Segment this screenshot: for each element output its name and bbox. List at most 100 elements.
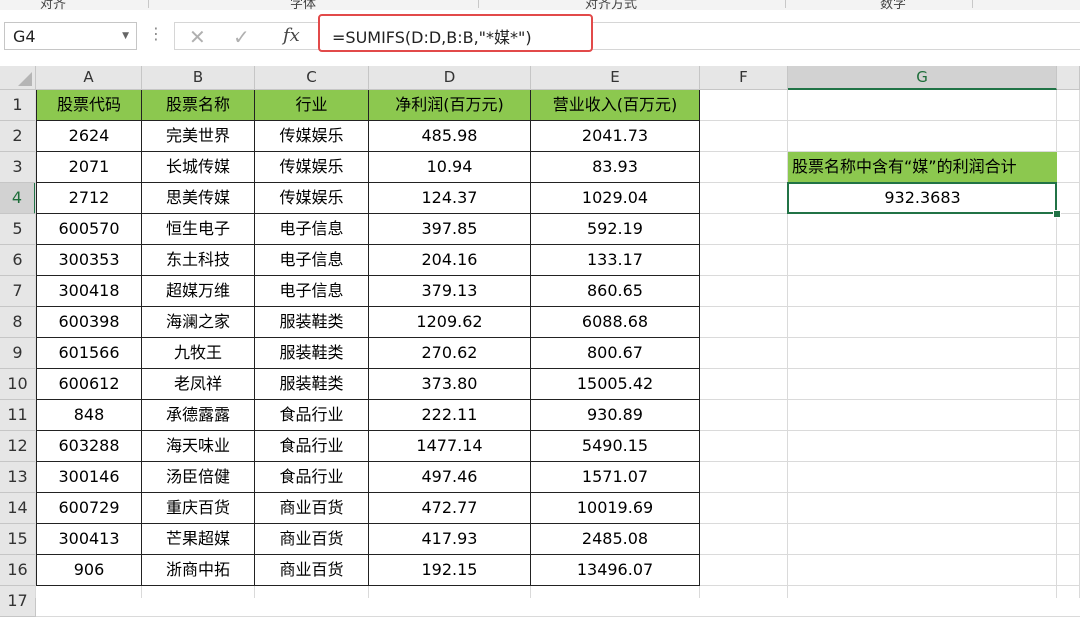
table-cell[interactable]: 10.94 — [369, 152, 531, 183]
row-header-13[interactable]: 13 — [0, 462, 36, 493]
table-cell[interactable]: 497.46 — [369, 462, 531, 493]
table-cell[interactable]: 124.37 — [369, 183, 531, 214]
table-cell[interactable]: 603288 — [36, 431, 142, 462]
table-cell[interactable]: 270.62 — [369, 338, 531, 369]
row-header-8[interactable]: 8 — [0, 307, 36, 338]
chevron-down-icon[interactable]: ▼ — [122, 31, 129, 41]
select-all-button[interactable] — [0, 66, 36, 90]
table-cell[interactable]: 服装鞋类 — [255, 369, 369, 400]
table-cell[interactable]: 食品行业 — [255, 431, 369, 462]
table-cell[interactable]: 电子信息 — [255, 214, 369, 245]
table-cell[interactable]: 食品行业 — [255, 462, 369, 493]
row-header-1[interactable]: 1 — [0, 90, 36, 121]
table-cell[interactable]: 10019.69 — [531, 493, 700, 524]
column-header-h[interactable] — [1057, 66, 1080, 90]
table-cell[interactable]: 传媒娱乐 — [255, 121, 369, 152]
row-header-5[interactable]: 5 — [0, 214, 36, 245]
column-header-b[interactable]: B — [142, 66, 255, 90]
table-cell[interactable]: 485.98 — [369, 121, 531, 152]
table-cell[interactable]: 九牧王 — [142, 338, 255, 369]
table-cell[interactable]: 服装鞋类 — [255, 338, 369, 369]
column-header-a[interactable]: A — [36, 66, 142, 90]
formula-input[interactable]: =SUMIFS(D:D,B:B,"*媒*") — [318, 14, 593, 52]
more-options-icon[interactable]: ⋮ — [148, 24, 164, 43]
table-cell[interactable]: 传媒娱乐 — [255, 183, 369, 214]
table-cell[interactable]: 906 — [36, 555, 142, 586]
column-header-f[interactable]: F — [700, 66, 788, 90]
table-cell[interactable]: 传媒娱乐 — [255, 152, 369, 183]
table-cell[interactable]: 芒果超媒 — [142, 524, 255, 555]
table-cell[interactable]: 600729 — [36, 493, 142, 524]
table-cell[interactable]: 397.85 — [369, 214, 531, 245]
table-cell[interactable]: 83.93 — [531, 152, 700, 183]
table-cell[interactable]: 1029.04 — [531, 183, 700, 214]
table-cell[interactable]: 电子信息 — [255, 276, 369, 307]
table-cell[interactable]: 东土科技 — [142, 245, 255, 276]
row-header-11[interactable]: 11 — [0, 400, 36, 431]
column-header-g[interactable]: G — [788, 66, 1057, 90]
table-cell[interactable]: 930.89 — [531, 400, 700, 431]
table-cell[interactable]: 超媒万维 — [142, 276, 255, 307]
table-cell[interactable]: 重庆百货 — [142, 493, 255, 524]
row-header-12[interactable]: 12 — [0, 431, 36, 462]
row-header-3[interactable]: 3 — [0, 152, 36, 183]
column-header-d[interactable]: D — [369, 66, 531, 90]
column-header-e[interactable]: E — [531, 66, 700, 90]
table-cell[interactable]: 商业百货 — [255, 524, 369, 555]
table-cell[interactable]: 601566 — [36, 338, 142, 369]
table-cell[interactable]: 379.13 — [369, 276, 531, 307]
table-cell[interactable]: 592.19 — [531, 214, 700, 245]
table-cell[interactable]: 2712 — [36, 183, 142, 214]
table-cell[interactable]: 电子信息 — [255, 245, 369, 276]
table-cell[interactable]: 海澜之家 — [142, 307, 255, 338]
table-header-cell[interactable]: 行业 — [255, 90, 369, 121]
table-cell[interactable]: 6088.68 — [531, 307, 700, 338]
cancel-icon[interactable]: ✕ — [189, 25, 206, 49]
table-header-cell[interactable]: 净利润(百万元) — [369, 90, 531, 121]
table-header-cell[interactable]: 股票代码 — [36, 90, 142, 121]
table-cell[interactable]: 222.11 — [369, 400, 531, 431]
row-header-17[interactable]: 17 — [0, 586, 36, 617]
table-cell[interactable]: 600398 — [36, 307, 142, 338]
table-cell[interactable]: 2041.73 — [531, 121, 700, 152]
row-header-15[interactable]: 15 — [0, 524, 36, 555]
table-cell[interactable]: 600570 — [36, 214, 142, 245]
insert-function-icon[interactable]: fx — [283, 25, 300, 46]
table-cell[interactable]: 300353 — [36, 245, 142, 276]
table-cell[interactable]: 服装鞋类 — [255, 307, 369, 338]
table-cell[interactable]: 商业百货 — [255, 555, 369, 586]
table-header-cell[interactable]: 营业收入(百万元) — [531, 90, 700, 121]
table-cell[interactable]: 2624 — [36, 121, 142, 152]
table-cell[interactable]: 1209.62 — [369, 307, 531, 338]
table-cell[interactable]: 汤臣倍健 — [142, 462, 255, 493]
table-header-cell[interactable]: 股票名称 — [142, 90, 255, 121]
row-header-4[interactable]: 4 — [0, 183, 36, 214]
row-header-7[interactable]: 7 — [0, 276, 36, 307]
table-cell[interactable]: 商业百货 — [255, 493, 369, 524]
row-header-10[interactable]: 10 — [0, 369, 36, 400]
table-cell[interactable]: 373.80 — [369, 369, 531, 400]
table-cell[interactable]: 思美传媒 — [142, 183, 255, 214]
table-cell[interactable]: 800.67 — [531, 338, 700, 369]
row-header-2[interactable]: 2 — [0, 121, 36, 152]
table-cell[interactable]: 860.65 — [531, 276, 700, 307]
table-cell[interactable]: 417.93 — [369, 524, 531, 555]
table-cell[interactable]: 浙商中拓 — [142, 555, 255, 586]
table-cell[interactable]: 1477.14 — [369, 431, 531, 462]
table-cell[interactable]: 300413 — [36, 524, 142, 555]
enter-check-icon[interactable]: ✓ — [233, 25, 250, 49]
table-cell[interactable]: 472.77 — [369, 493, 531, 524]
table-cell[interactable]: 300146 — [36, 462, 142, 493]
fill-handle[interactable] — [1053, 210, 1061, 218]
table-cell[interactable]: 133.17 — [531, 245, 700, 276]
table-cell[interactable]: 13496.07 — [531, 555, 700, 586]
table-cell[interactable]: 1571.07 — [531, 462, 700, 493]
table-cell[interactable]: 2485.08 — [531, 524, 700, 555]
row-header-14[interactable]: 14 — [0, 493, 36, 524]
table-cell[interactable]: 300418 — [36, 276, 142, 307]
table-cell[interactable]: 848 — [36, 400, 142, 431]
table-cell[interactable]: 海天味业 — [142, 431, 255, 462]
row-header-9[interactable]: 9 — [0, 338, 36, 369]
table-cell[interactable]: 600612 — [36, 369, 142, 400]
table-cell[interactable]: 5490.15 — [531, 431, 700, 462]
